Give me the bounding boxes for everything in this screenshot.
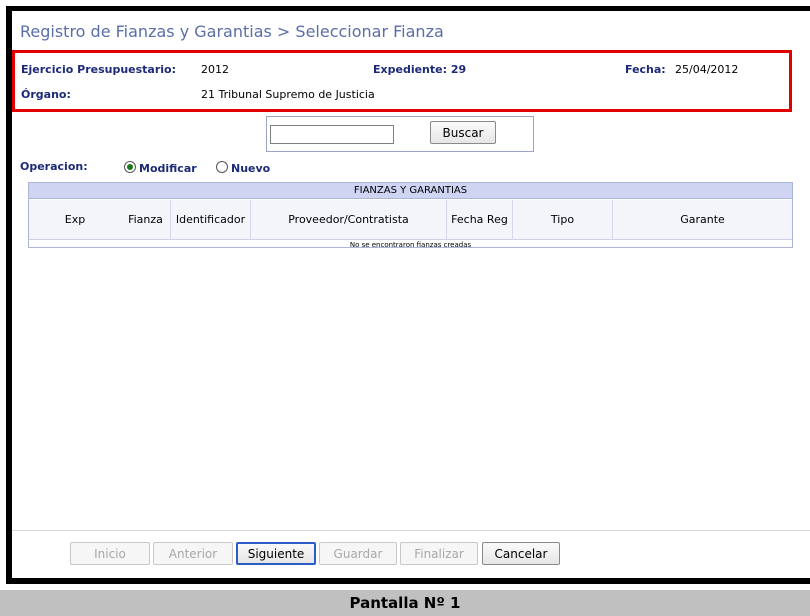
search-button[interactable]: Buscar <box>430 121 496 144</box>
screen-caption: Pantalla Nº 1 <box>0 590 810 616</box>
fecha-value: 25/04/2012 <box>675 63 739 76</box>
grid-title: FIANZAS Y GARANTIAS <box>29 183 792 199</box>
column-header[interactable]: Fianza <box>121 200 171 240</box>
cancelar-button[interactable]: Cancelar <box>482 542 560 565</box>
column-header[interactable]: Identificador <box>171 200 251 240</box>
grid-empty-message: No se encontraron fianzas creadas <box>349 241 472 249</box>
radio-nuevo-label[interactable]: Nuevo <box>231 162 270 175</box>
radio-selected-dot <box>127 164 133 170</box>
radio-modificar-label[interactable]: Modificar <box>139 162 197 175</box>
nav-divider <box>12 530 810 531</box>
organo-value: 21 Tribunal Supremo de Justicia <box>201 88 375 101</box>
expediente-label: Expediente: 29 <box>373 63 467 76</box>
fianzas-grid: FIANZAS Y GARANTIAS Exp Fianza Identific… <box>28 182 793 249</box>
radio-nuevo[interactable] <box>216 161 228 173</box>
siguiente-button[interactable]: Siguiente <box>236 542 316 565</box>
ejercicio-value: 2012 <box>201 63 229 76</box>
ejercicio-label: Ejercicio Presupuestario: <box>21 63 177 76</box>
column-header[interactable]: Proveedor/Contratista <box>251 200 447 240</box>
fecha-label: Fecha: <box>625 63 666 76</box>
finalizar-button[interactable]: Finalizar <box>400 542 478 565</box>
column-header[interactable]: Exp <box>29 200 121 240</box>
operacion-label: Operacion: <box>20 160 88 173</box>
column-header[interactable]: Tipo <box>513 200 613 240</box>
header-info-box: Ejercicio Presupuestario: 2012 Expedient… <box>12 50 792 112</box>
anterior-button[interactable]: Anterior <box>153 542 233 565</box>
radio-modificar[interactable] <box>124 161 136 173</box>
organo-label: Órgano: <box>21 88 71 101</box>
column-header[interactable]: Garante <box>613 200 792 240</box>
inicio-button[interactable]: Inicio <box>70 542 150 565</box>
column-header[interactable]: Fecha Reg <box>447 200 513 240</box>
page-title: Registro de Fianzas y Garantias > Selecc… <box>20 22 444 41</box>
search-input[interactable] <box>270 125 394 144</box>
grid-header-row: Exp Fianza Identificador Proveedor/Contr… <box>29 200 792 240</box>
guardar-button[interactable]: Guardar <box>319 542 397 565</box>
